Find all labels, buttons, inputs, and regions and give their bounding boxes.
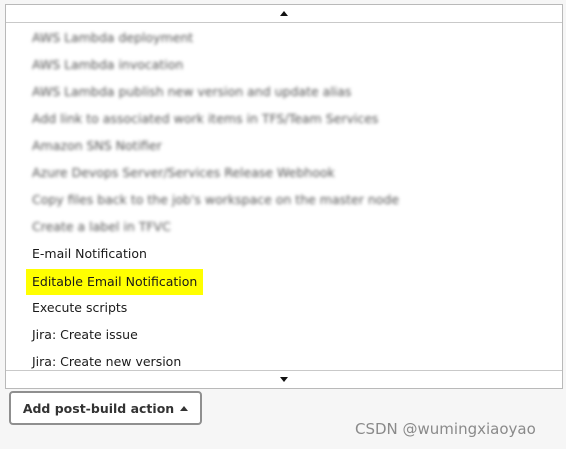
caret-up-icon — [180, 405, 189, 411]
scroll-down-button[interactable] — [6, 370, 562, 388]
list-item[interactable]: Add link to associated work items in TFS… — [26, 108, 384, 130]
list-item[interactable]: AWS Lambda deployment — [26, 27, 199, 49]
list-item-jira-create-new-version[interactable]: Jira: Create new version — [26, 351, 187, 370]
list-item-editable-email-notification[interactable]: Editable Email Notification — [26, 269, 204, 295]
list-item[interactable]: Create a label in TFVC — [26, 216, 177, 238]
up-arrow-icon — [280, 11, 288, 16]
list-item-email-notification[interactable]: E-mail Notification — [26, 243, 153, 265]
list-item[interactable]: Copy files back to the job's workspace o… — [26, 189, 405, 211]
watermark: CSDN @wumingxiaoyao — [355, 420, 536, 438]
list-item[interactable]: Amazon SNS Notifier — [26, 135, 168, 157]
list-item-execute-scripts[interactable]: Execute scripts — [26, 297, 133, 319]
scroll-up-button[interactable] — [6, 5, 562, 23]
dropdown-list: AWS Lambda deployment AWS Lambda invocat… — [6, 23, 562, 370]
list-item[interactable]: Azure Devops Server/Services Release Web… — [26, 162, 341, 184]
post-build-action-dropdown: AWS Lambda deployment AWS Lambda invocat… — [5, 4, 563, 389]
down-arrow-icon — [280, 377, 288, 382]
list-item[interactable]: AWS Lambda invocation — [26, 54, 189, 76]
list-item-jira-create-issue[interactable]: Jira: Create issue — [26, 324, 144, 346]
add-post-build-action-label: Add post-build action — [22, 400, 175, 416]
add-post-build-action-button[interactable]: Add post-build action — [9, 391, 202, 425]
list-item[interactable]: AWS Lambda publish new version and updat… — [26, 81, 357, 103]
